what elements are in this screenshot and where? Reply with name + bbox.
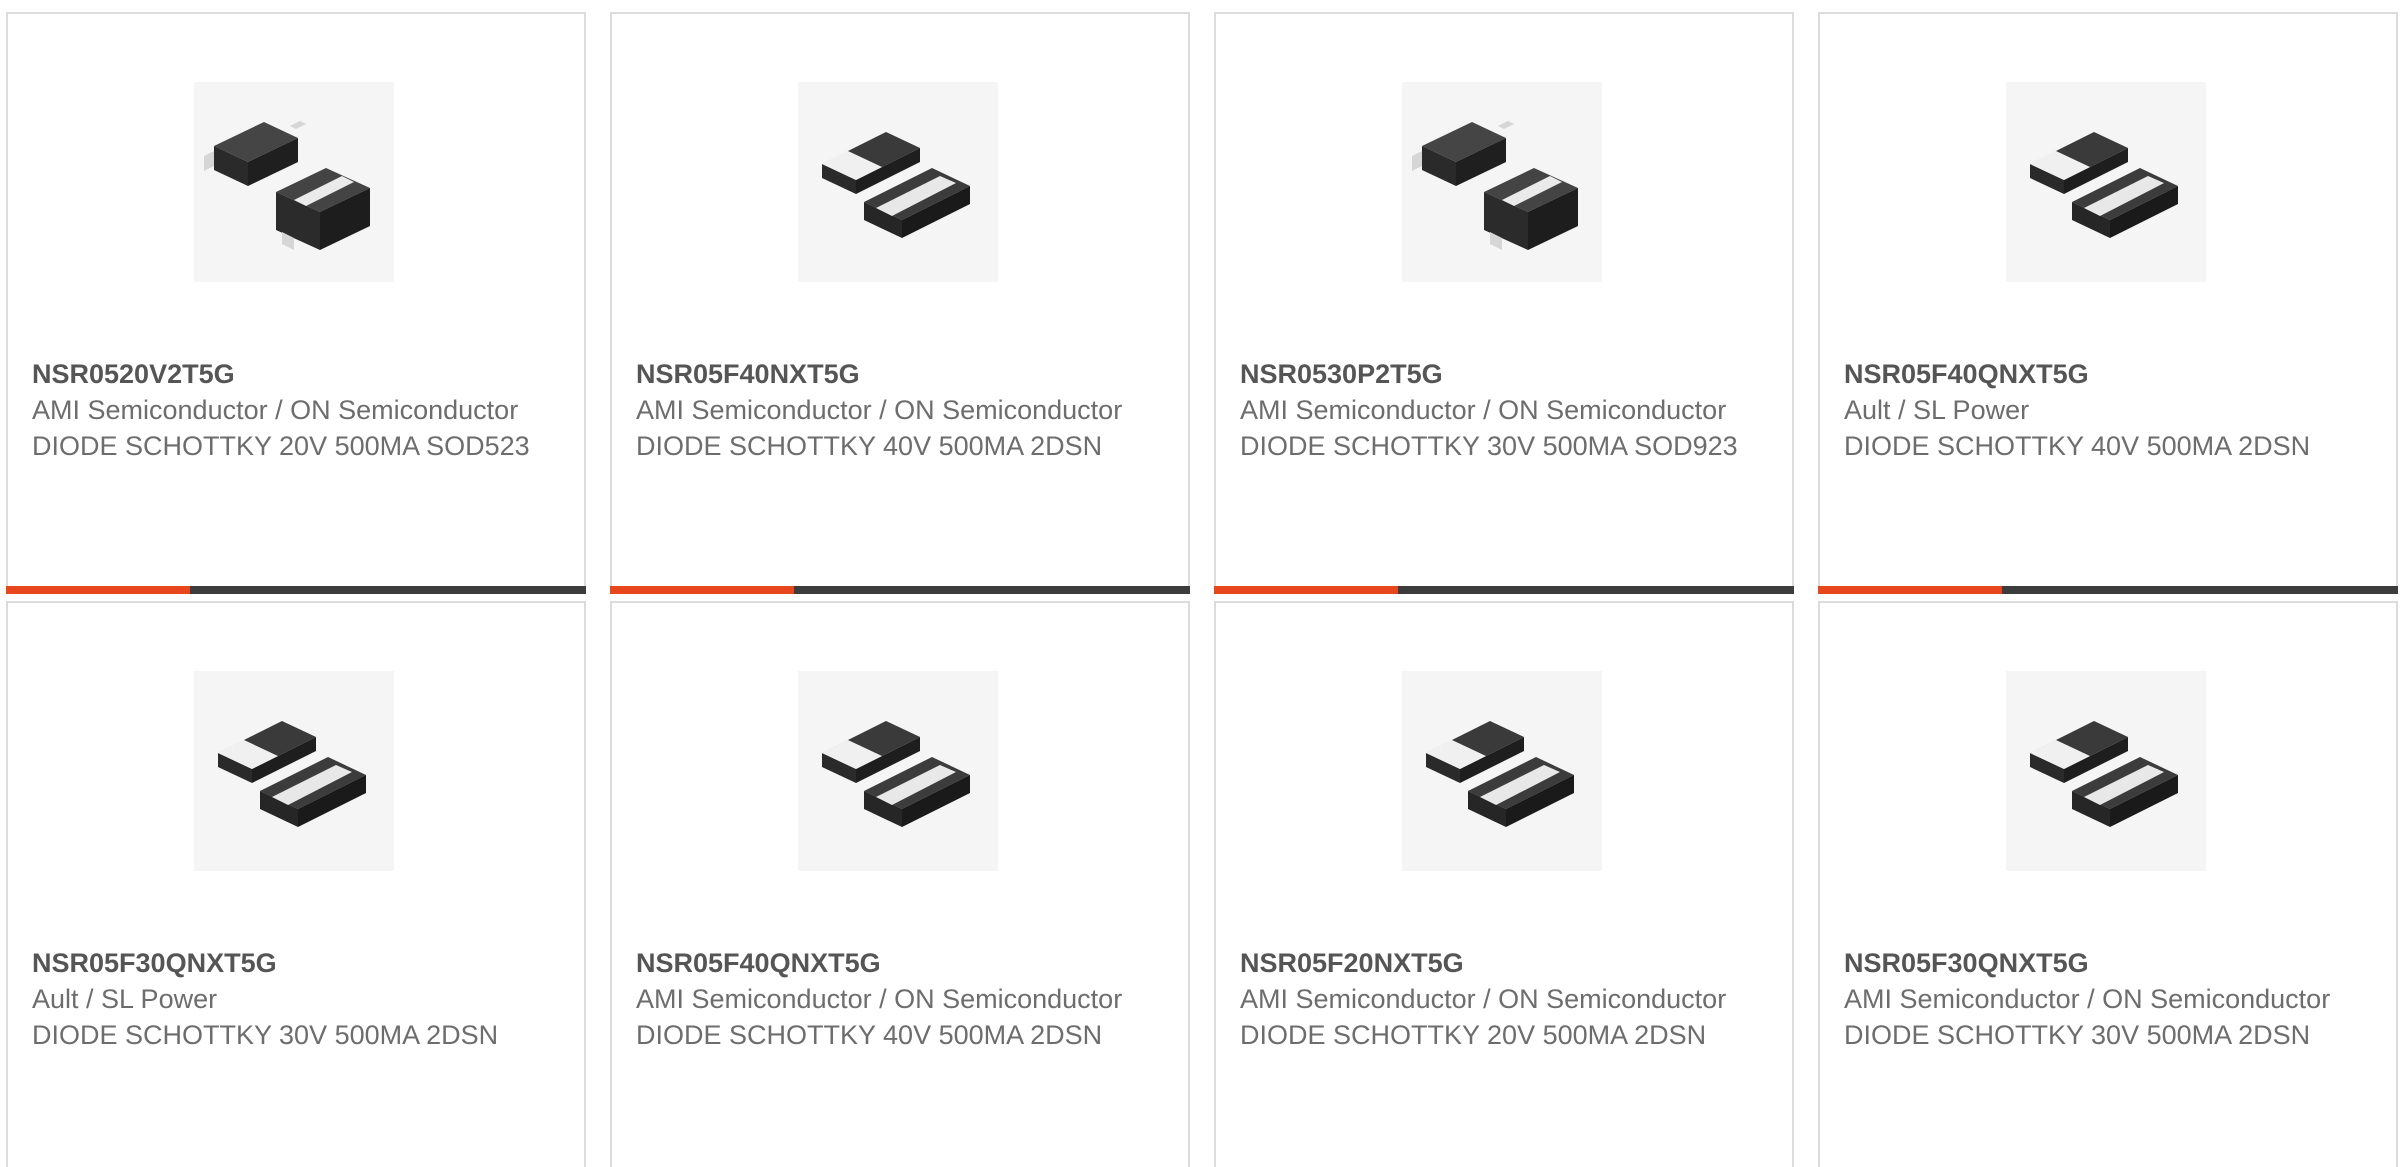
product-card[interactable]: NSR05F40QNXT5G Ault / SL Power DIODE SCH… xyxy=(1818,12,2398,594)
product-info: NSR0520V2T5G AMI Semiconductor / ON Semi… xyxy=(32,356,552,464)
dsn-package-icon xyxy=(2006,82,2206,282)
manufacturer: AMI Semiconductor / ON Semiconductor xyxy=(636,984,1123,1014)
manufacturer: Ault / SL Power xyxy=(32,984,218,1014)
card-bottom-bar xyxy=(1214,586,1794,594)
accent-bar xyxy=(1214,586,1398,594)
part-number[interactable]: NSR05F20NXT5G xyxy=(1240,945,1760,981)
manufacturer: AMI Semiconductor / ON Semiconductor xyxy=(636,395,1123,425)
card-bottom-bar xyxy=(1818,586,2398,594)
product-info: NSR05F40NXT5G AMI Semiconductor / ON Sem… xyxy=(636,356,1156,464)
part-number[interactable]: NSR05F40QNXT5G xyxy=(1844,356,2364,392)
accent-bar xyxy=(6,586,190,594)
product-info: NSR05F20NXT5G AMI Semiconductor / ON Sem… xyxy=(1240,945,1760,1053)
product-info: NSR05F30QNXT5G Ault / SL Power DIODE SCH… xyxy=(32,945,552,1053)
product-info: NSR05F40QNXT5G Ault / SL Power DIODE SCH… xyxy=(1844,356,2364,464)
accent-bar xyxy=(610,586,794,594)
description: DIODE SCHOTTKY 30V 500MA 2DSN xyxy=(32,1020,499,1050)
product-card[interactable]: NSR05F40QNXT5G AMI Semiconductor / ON Se… xyxy=(610,601,1190,1167)
product-card[interactable]: NSR05F30QNXT5G AMI Semiconductor / ON Se… xyxy=(1818,601,2398,1167)
part-number[interactable]: NSR05F40QNXT5G xyxy=(636,945,1156,981)
description: DIODE SCHOTTKY 40V 500MA 2DSN xyxy=(1844,431,2311,461)
card-bottom-bar xyxy=(6,586,586,594)
product-card[interactable]: NSR0530P2T5G AMI Semiconductor / ON Semi… xyxy=(1214,12,1794,594)
product-card[interactable]: NSR05F40NXT5G AMI Semiconductor / ON Sem… xyxy=(610,12,1190,594)
product-info: NSR05F40QNXT5G AMI Semiconductor / ON Se… xyxy=(636,945,1156,1053)
manufacturer: AMI Semiconductor / ON Semiconductor xyxy=(32,395,519,425)
dsn-package-icon xyxy=(798,82,998,282)
accent-bar xyxy=(1818,586,2002,594)
product-card[interactable]: NSR0520V2T5G AMI Semiconductor / ON Semi… xyxy=(6,12,586,594)
product-grid: NSR0520V2T5G AMI Semiconductor / ON Semi… xyxy=(0,0,2400,1167)
manufacturer: AMI Semiconductor / ON Semiconductor xyxy=(1240,984,1727,1014)
sod-package-icon xyxy=(1402,82,1602,282)
manufacturer: AMI Semiconductor / ON Semiconductor xyxy=(1240,395,1727,425)
dsn-package-icon xyxy=(194,671,394,871)
product-info: NSR0530P2T5G AMI Semiconductor / ON Semi… xyxy=(1240,356,1760,464)
product-card[interactable]: NSR05F20NXT5G AMI Semiconductor / ON Sem… xyxy=(1214,601,1794,1167)
description: DIODE SCHOTTKY 30V 500MA SOD923 xyxy=(1240,431,1738,461)
dsn-package-icon xyxy=(1402,671,1602,871)
product-info: NSR05F30QNXT5G AMI Semiconductor / ON Se… xyxy=(1844,945,2364,1053)
part-number[interactable]: NSR05F30QNXT5G xyxy=(1844,945,2364,981)
description: DIODE SCHOTTKY 40V 500MA 2DSN xyxy=(636,431,1103,461)
description: DIODE SCHOTTKY 20V 500MA 2DSN xyxy=(1240,1020,1707,1050)
part-number[interactable]: NSR05F40NXT5G xyxy=(636,356,1156,392)
description: DIODE SCHOTTKY 20V 500MA SOD523 xyxy=(32,431,530,461)
description: DIODE SCHOTTKY 30V 500MA 2DSN xyxy=(1844,1020,2311,1050)
part-number[interactable]: NSR0520V2T5G xyxy=(32,356,552,392)
manufacturer: Ault / SL Power xyxy=(1844,395,2030,425)
manufacturer: AMI Semiconductor / ON Semiconductor xyxy=(1844,984,2331,1014)
part-number[interactable]: NSR05F30QNXT5G xyxy=(32,945,552,981)
dsn-package-icon xyxy=(2006,671,2206,871)
sod-package-icon xyxy=(194,82,394,282)
dsn-package-icon xyxy=(798,671,998,871)
description: DIODE SCHOTTKY 40V 500MA 2DSN xyxy=(636,1020,1103,1050)
product-card[interactable]: NSR05F30QNXT5G Ault / SL Power DIODE SCH… xyxy=(6,601,586,1167)
card-bottom-bar xyxy=(610,586,1190,594)
part-number[interactable]: NSR0530P2T5G xyxy=(1240,356,1760,392)
